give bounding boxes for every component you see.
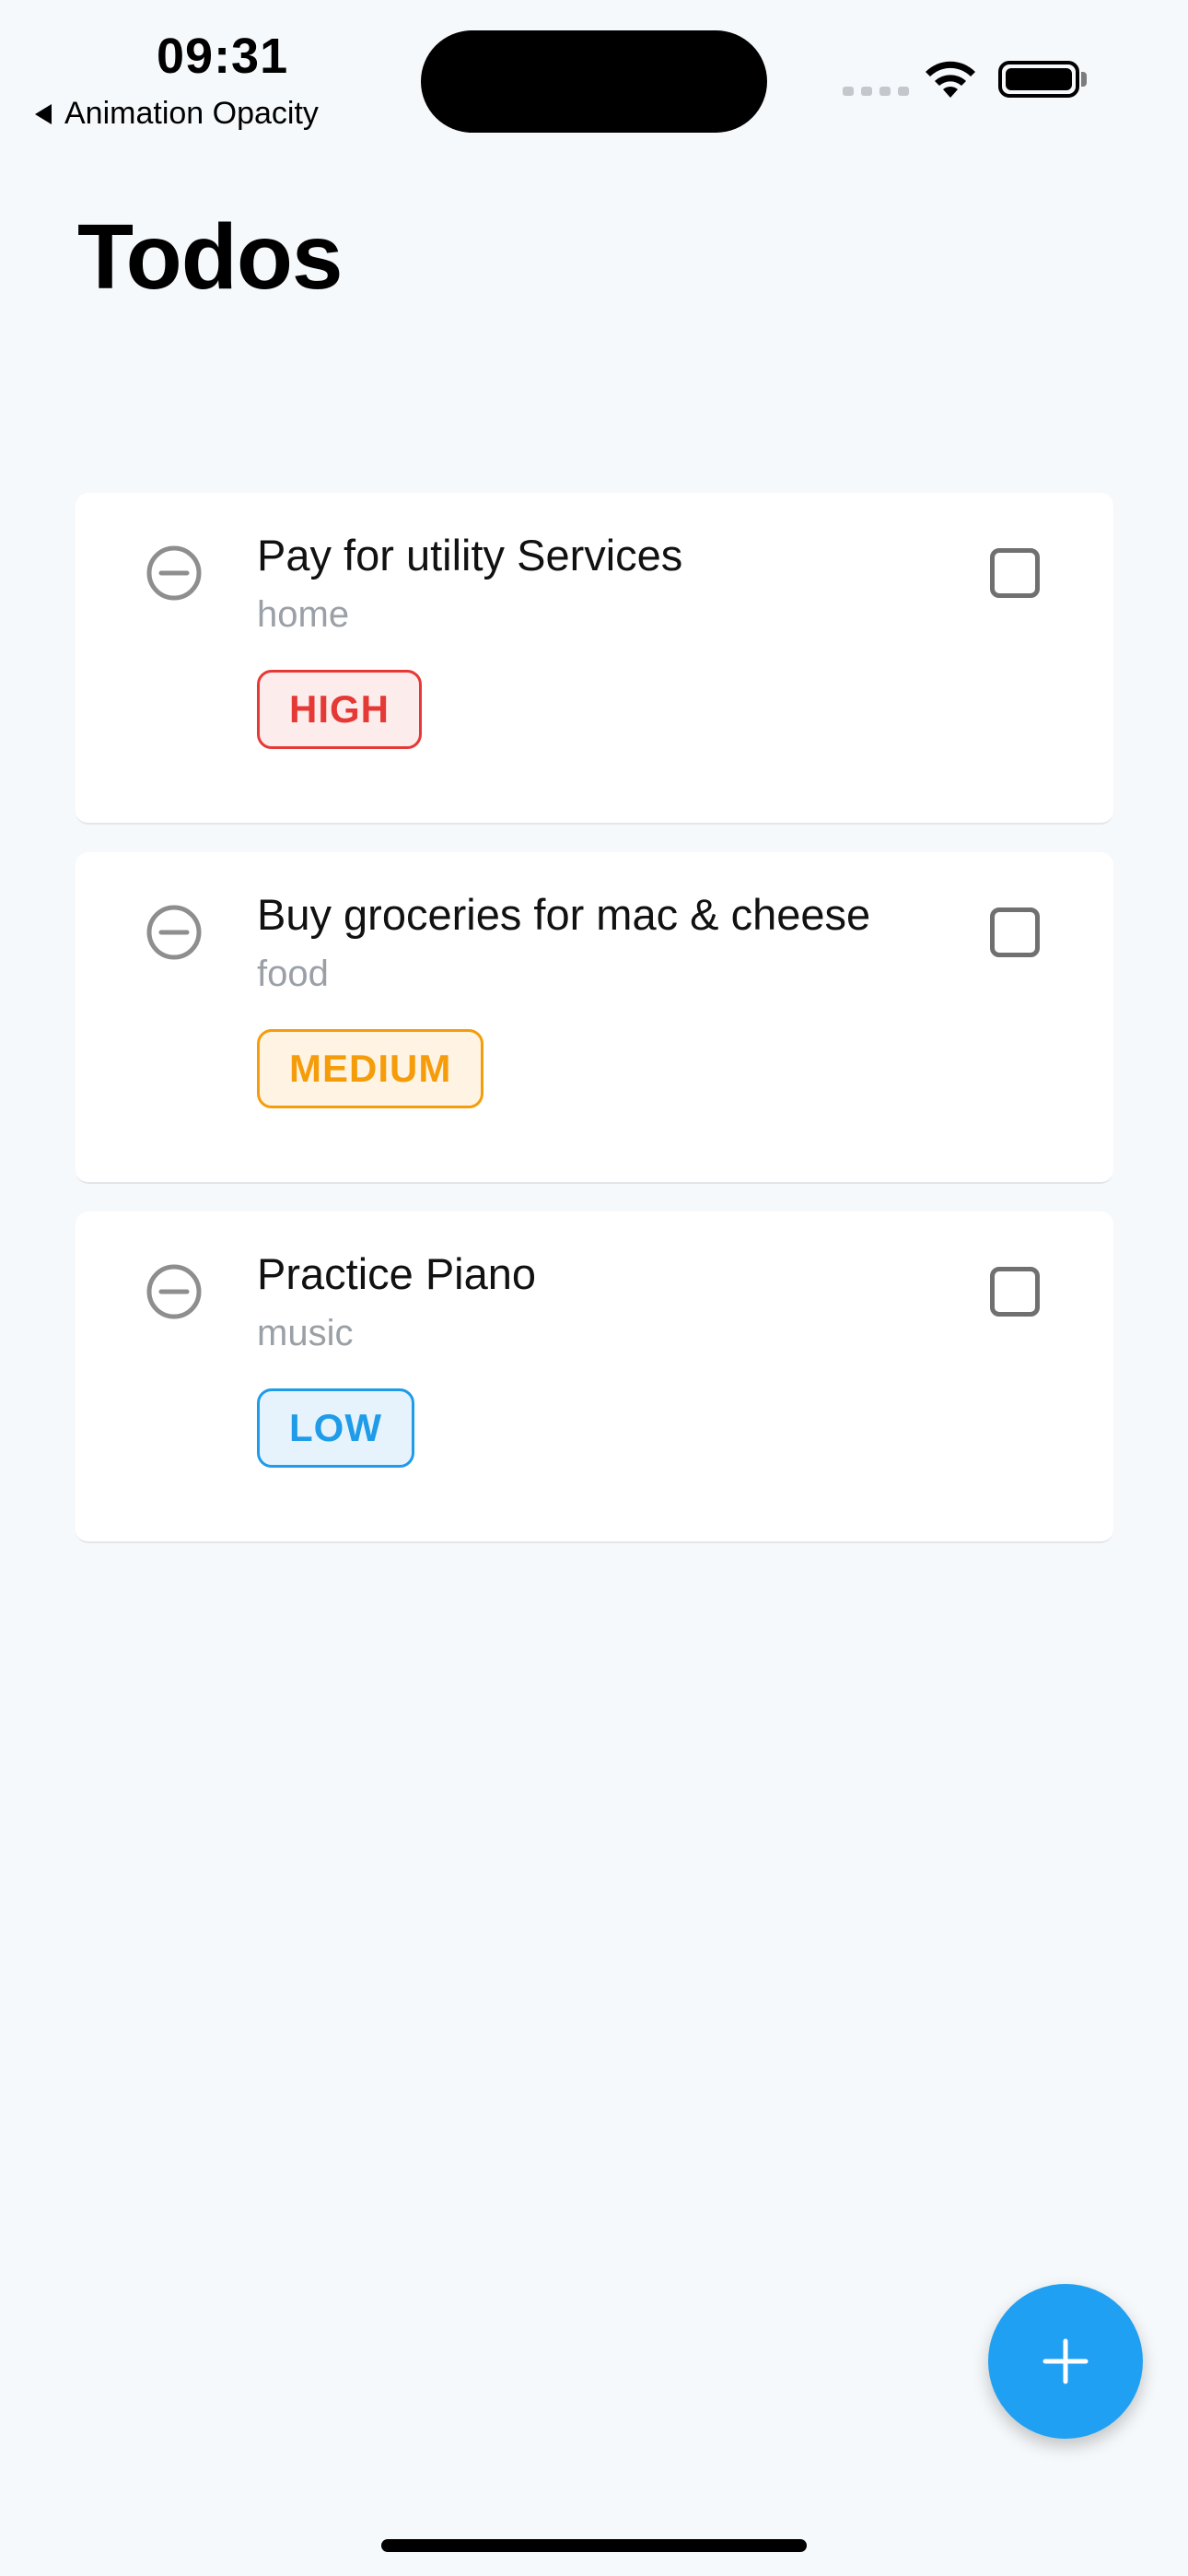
add-todo-button[interactable] <box>988 2284 1143 2439</box>
wifi-icon <box>926 61 975 98</box>
back-triangle-icon <box>35 103 52 124</box>
screen: 09:31 Animation Opacity Todos Pay for ut… <box>0 0 1188 2576</box>
todo-item[interactable]: Practice Piano music LOW <box>76 1212 1113 1543</box>
todo-item[interactable]: Pay for utility Services home HIGH <box>76 493 1113 825</box>
plus-icon <box>1042 2338 1089 2384</box>
page-title: Todos <box>77 205 344 309</box>
battery-cap <box>1081 72 1087 87</box>
priority-badge: HIGH <box>257 670 422 749</box>
back-to-app-link[interactable]: Animation Opacity <box>35 96 319 132</box>
battery-icon <box>998 61 1079 98</box>
todo-title: Pay for utility Services <box>257 531 683 580</box>
todo-item[interactable]: Buy groceries for mac & cheese food MEDI… <box>76 852 1113 1184</box>
home-indicator <box>381 2539 807 2552</box>
back-app-label: Animation Opacity <box>64 96 319 131</box>
todo-title: Buy groceries for mac & cheese <box>257 890 871 939</box>
todo-category: home <box>257 594 350 635</box>
remove-circle-icon[interactable] <box>145 903 204 962</box>
todo-list: Pay for utility Services home HIGH Buy g… <box>76 493 1113 1571</box>
remove-circle-icon[interactable] <box>145 544 204 603</box>
priority-badge: MEDIUM <box>257 1029 484 1108</box>
dynamic-island <box>421 30 767 133</box>
todo-title: Practice Piano <box>257 1249 537 1298</box>
status-time: 09:31 <box>157 29 289 84</box>
cellular-signal-icon <box>843 87 909 96</box>
priority-badge: LOW <box>257 1388 414 1468</box>
todo-checkbox[interactable] <box>990 548 1040 598</box>
todo-checkbox[interactable] <box>990 907 1040 957</box>
todo-category: food <box>257 954 329 994</box>
remove-circle-icon[interactable] <box>145 1262 204 1321</box>
todo-category: music <box>257 1313 354 1353</box>
todo-checkbox[interactable] <box>990 1267 1040 1317</box>
